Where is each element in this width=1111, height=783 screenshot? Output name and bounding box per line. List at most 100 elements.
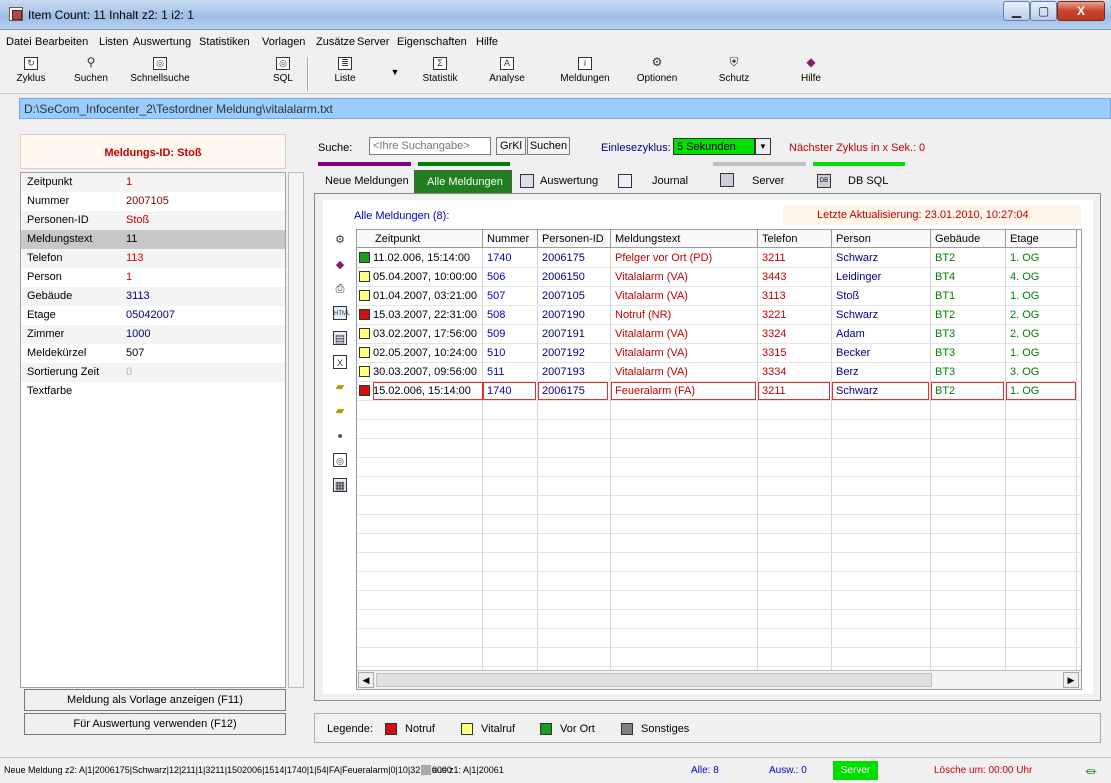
table-cell[interactable]: 1740 [487, 250, 511, 266]
table-cell[interactable]: 506 [487, 269, 505, 285]
detail-row[interactable]: Meldungstext 11 [21, 230, 285, 249]
menu-statistiken[interactable]: Statistiken [199, 36, 250, 48]
table-cell[interactable]: BT3 [935, 364, 955, 380]
table-cell[interactable]: 01.04.2007, 03:21:00 [373, 288, 477, 304]
header-meldungstext[interactable]: Meldungstext [611, 230, 758, 248]
table-cell[interactable]: BT1 [935, 288, 955, 304]
table-icon[interactable]: ▤ [333, 331, 347, 345]
table-cell[interactable]: BT4 [935, 269, 955, 285]
table-cell[interactable]: 30.03.2007, 09:56:00 [373, 364, 477, 380]
tab-server[interactable]: Server [752, 170, 802, 194]
table-cell[interactable]: 2. OG [1010, 307, 1039, 323]
html-export-icon[interactable]: HTML [333, 306, 350, 320]
maximize-button[interactable]: ▢ [1030, 1, 1057, 21]
table-cell[interactable]: Leidinger [836, 269, 881, 285]
table-cell[interactable]: Pfelger vor Ort (PD) [615, 250, 712, 266]
app-icon[interactable] [9, 7, 23, 21]
header-etage[interactable]: Etage [1006, 230, 1077, 248]
detail-row[interactable]: Telefon 113 [21, 249, 285, 268]
help-book-icon[interactable]: ◆ [333, 258, 347, 272]
menu-eigenschaften[interactable]: Eigenschaften [397, 36, 467, 48]
table-cell[interactable]: BT3 [935, 345, 955, 361]
table-cell[interactable]: Vitalalarm (VA) [615, 345, 688, 361]
table-cell[interactable]: 3211 [762, 250, 786, 266]
options-icon[interactable]: ⚙ [333, 233, 347, 247]
liste-button[interactable]: ≣ Liste [330, 55, 360, 93]
tab-db-sql[interactable]: DB SQL [848, 170, 898, 194]
table-cell[interactable]: Vitalalarm (VA) [615, 288, 688, 304]
table-cell[interactable]: 05.04.2007, 10:00:00 [373, 269, 477, 285]
menu-vorlagen[interactable]: Vorlagen [262, 36, 305, 48]
detail-row[interactable]: Zimmer 1000 [21, 325, 285, 344]
menu-datei[interactable]: Datei [6, 36, 32, 48]
suchen-search-button[interactable]: Suchen [527, 137, 570, 155]
search-input[interactable] [369, 137, 491, 155]
table-cell[interactable]: BT2 [935, 307, 955, 323]
calendar-icon[interactable]: ▦ [333, 478, 347, 492]
header-zeitpunkt[interactable]: Zeitpunkt [357, 230, 483, 248]
table-cell[interactable]: 509 [487, 326, 505, 342]
schnellsuche-button[interactable]: ◎ Schnellsuche [125, 55, 195, 93]
detail-row[interactable]: Sortierung Zeit 0 [21, 363, 285, 382]
scroll-thumb[interactable] [376, 673, 932, 687]
table-cell[interactable]: 2006175 [542, 250, 585, 266]
table-cell[interactable]: Berz [836, 364, 859, 380]
table-cell[interactable]: 3315 [762, 345, 786, 361]
folder-open-icon[interactable]: ▰ [333, 380, 347, 394]
table-cell[interactable]: BT3 [935, 326, 955, 342]
tab-alle-meldungen[interactable]: Alle Meldungen [414, 170, 512, 194]
detail-row[interactable]: Personen-ID Stoß [21, 211, 285, 230]
table-cell[interactable]: Schwarz [836, 307, 878, 323]
table-cell[interactable]: Schwarz [836, 250, 878, 266]
menu-auswertung[interactable]: Auswertung [133, 36, 191, 48]
save-icon[interactable]: ▪ [333, 429, 347, 443]
hilfe-button[interactable]: ◆ Hilfe [798, 55, 824, 93]
table-cell[interactable]: 2007192 [542, 345, 585, 361]
table-cell[interactable]: Vitalalarm (VA) [615, 326, 688, 342]
table-cell[interactable]: Notruf (NR) [615, 307, 671, 323]
detail-row[interactable]: Nummer 2007105 [21, 192, 285, 211]
status-server[interactable]: Server [833, 761, 878, 780]
horizontal-scrollbar[interactable]: ◀ ▶ [357, 670, 1081, 689]
menu-server[interactable]: Server [357, 36, 389, 48]
search-doc-icon[interactable]: ◎ [333, 453, 347, 467]
table-cell[interactable]: 1. OG [1010, 288, 1039, 304]
tab-auswertung[interactable]: Auswertung [540, 170, 606, 194]
sql-button[interactable]: ◎ SQL [270, 55, 296, 93]
detail-row[interactable]: Textfarbe [21, 382, 285, 401]
table-cell[interactable]: 2006150 [542, 269, 585, 285]
export-icon[interactable]: X [333, 355, 347, 369]
table-cell[interactable]: 2007105 [542, 288, 585, 304]
table-cell[interactable]: 3113 [762, 288, 786, 304]
table-cell[interactable]: 11.02.006, 15:14:00 [373, 250, 470, 266]
grkl-button[interactable]: GrKl [496, 137, 526, 155]
fuer-auswertung-button[interactable]: Für Auswertung verwenden (F12) [24, 713, 286, 735]
table-cell[interactable]: 510 [487, 345, 505, 361]
table-cell[interactable]: 3324 [762, 326, 786, 342]
table-cell[interactable]: Vitalalarm (VA) [615, 364, 688, 380]
tab-neue-meldungen[interactable]: Neue Meldungen [319, 170, 411, 194]
header-gebaeude[interactable]: Gebäude [931, 230, 1006, 248]
statistik-button[interactable]: Σ Statistik [418, 55, 462, 93]
scroll-left-icon[interactable]: ◀ [358, 672, 374, 688]
table-cell[interactable]: Stoß [836, 288, 859, 304]
zyklus-select[interactable]: 5 Sekunden [673, 138, 755, 155]
header-person[interactable]: Person [832, 230, 931, 248]
zyklus-button[interactable]: ↻ Zyklus [12, 55, 50, 93]
table-cell[interactable]: 511 [487, 364, 505, 380]
menu-zusaetze[interactable]: Zusätze [316, 36, 355, 48]
detail-row[interactable]: Gebäude 3113 [21, 287, 285, 306]
tab-journal[interactable]: Journal [652, 170, 702, 194]
detail-row[interactable]: Etage 05042007 [21, 306, 285, 325]
analyse-button[interactable]: A Analyse [485, 55, 529, 93]
table-cell[interactable]: 3221 [762, 307, 786, 323]
table-cell[interactable]: Becker [836, 345, 870, 361]
header-telefon[interactable]: Telefon [758, 230, 832, 248]
vorlage-anzeigen-button[interactable]: Meldung als Vorlage anzeigen (F11) [24, 689, 286, 711]
table-cell[interactable]: 3334 [762, 364, 786, 380]
header-nummer[interactable]: Nummer [483, 230, 538, 248]
table-cell[interactable]: 3. OG [1010, 364, 1039, 380]
optionen-button[interactable]: ⚙ Optionen [633, 55, 681, 93]
detail-row[interactable]: Person 1 [21, 268, 285, 287]
minimize-button[interactable]: ▁ [1003, 1, 1030, 21]
